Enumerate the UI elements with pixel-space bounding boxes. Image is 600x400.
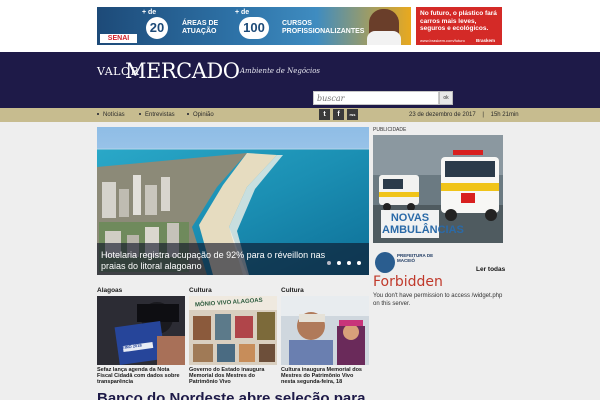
- nota-fiscal-photo: [97, 296, 185, 365]
- card-image-cultura-1[interactable]: MÔNIO VIVO ALAGOAS: [189, 296, 277, 365]
- card-headline-alagoas[interactable]: Sefaz lança agenda da Nota Fiscal Cidadã…: [97, 367, 185, 386]
- nav-item-label: Notícias: [103, 112, 125, 118]
- read-all-link[interactable]: Ler todas: [476, 266, 505, 273]
- senai-caption-1: ÁREAS DE ATUAÇÃO: [182, 20, 219, 35]
- search-button[interactable]: ok: [439, 91, 453, 105]
- ambulance-ad[interactable]: NOVAS AMBULÂNCIAS: [373, 135, 503, 243]
- slider-dot-2[interactable]: [337, 261, 341, 265]
- senai-number-1: 20: [146, 17, 168, 39]
- senai-person-shirt: [367, 31, 401, 45]
- senai-plus-label-1: + de: [142, 9, 157, 16]
- mestre-photo: [281, 296, 369, 365]
- hero-headline[interactable]: Hotelaria registra ocupação de 92% para …: [101, 250, 329, 272]
- brand-mercado[interactable]: MERCADO: [125, 59, 240, 83]
- nav-item-label: Opinião: [193, 112, 214, 118]
- ambulance-ad-text: NOVAS AMBULÂNCIAS: [382, 212, 464, 236]
- braskem-logo: Braskem: [476, 38, 496, 43]
- nav-item-noticias[interactable]: Notícias: [97, 110, 125, 120]
- bullet-icon: [187, 113, 189, 116]
- plastic-ad-banner[interactable]: No futuro, o plástico fará carros mais l…: [416, 7, 502, 45]
- category-alagoas[interactable]: Alagoas: [97, 287, 122, 295]
- plastic-ad-text: No futuro, o plástico fará carros mais l…: [420, 10, 497, 32]
- date-separator: |: [482, 112, 484, 118]
- maceio-emblem-icon: [375, 252, 395, 273]
- next-headline[interactable]: Banco do Nordeste abre seleção para: [97, 390, 367, 400]
- advertising-label: PUBLICIDADE: [373, 127, 407, 133]
- brand-tagline: Ambiente de Negócios: [240, 67, 321, 75]
- search-input[interactable]: [313, 91, 439, 105]
- facebook-icon[interactable]: f: [333, 109, 344, 120]
- forbidden-message: You don't have permission to access /wid…: [373, 293, 503, 307]
- forbidden-title: Forbidden: [373, 274, 443, 290]
- maceio-label: PREFEITURA DE MACEIÓ: [397, 253, 434, 263]
- category-cultura-2[interactable]: Cultura: [281, 287, 304, 295]
- bullet-icon: [139, 113, 141, 116]
- senai-caption-2: CURSOS PROFISSIONALIZANTES: [282, 20, 365, 35]
- senai-ad-banner[interactable]: + de 20 ÁREAS DE ATUAÇÃO + de 100 CURSOS…: [97, 7, 411, 45]
- senai-plus-label-2: + de: [235, 9, 250, 16]
- slider-dot-3[interactable]: [347, 261, 351, 265]
- nav-item-opiniao[interactable]: Opinião: [187, 110, 214, 120]
- rss-icon[interactable]: rss: [347, 109, 358, 120]
- senai-logo: SENAI: [100, 34, 137, 43]
- senai-number-2: 100: [239, 17, 269, 39]
- dateline: 23 de dezembro de 2017 | 15h 21min: [409, 110, 519, 120]
- twitter-icon[interactable]: t: [319, 109, 330, 120]
- slider-dot-1[interactable]: [327, 261, 331, 265]
- slider-dot-4[interactable]: [357, 261, 361, 265]
- card-image-alagoas[interactable]: REINO 2018: [97, 296, 185, 365]
- card-headline-cultura-1[interactable]: Governo do Estado inaugura Memorial dos …: [189, 367, 277, 386]
- card-headline-cultura-2[interactable]: Cultura inaugura Memorial dos Mestres do…: [281, 367, 369, 386]
- current-time: 15h 21min: [490, 112, 519, 118]
- card-image-cultura-2[interactable]: [281, 296, 369, 365]
- site-header: [0, 52, 600, 108]
- nav-item-label: Entrevistas: [145, 112, 175, 118]
- current-date: 23 de dezembro de 2017: [409, 112, 476, 118]
- nav-item-entrevistas[interactable]: Entrevistas: [139, 110, 175, 120]
- bullet-icon: [97, 113, 99, 116]
- category-cultura-1[interactable]: Cultura: [189, 287, 212, 295]
